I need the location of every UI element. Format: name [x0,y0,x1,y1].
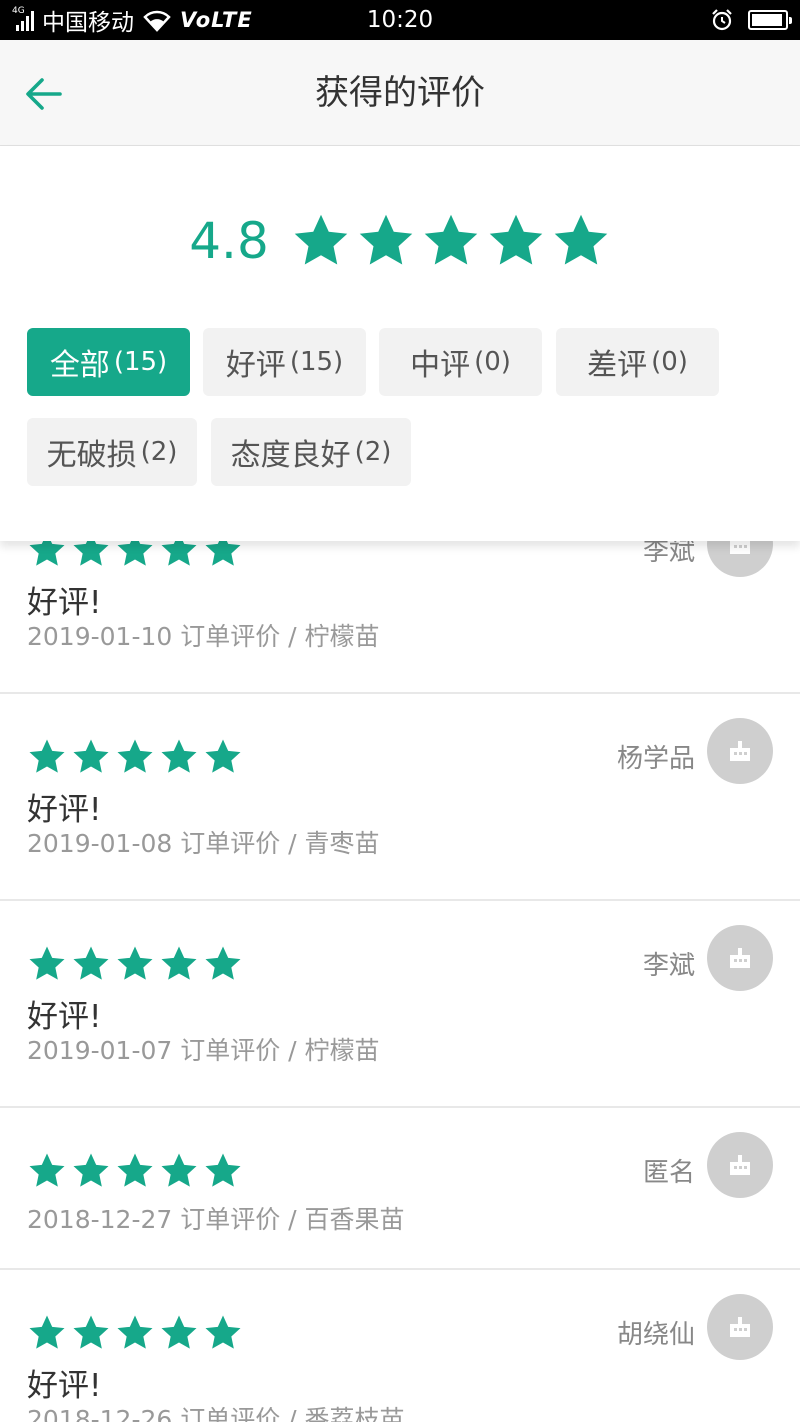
review-content: 好评! [27,999,102,1035]
reviewer-name: 胡绕仙 [616,1320,695,1350]
filter-chip-label: 好评 [225,348,286,383]
shop-icon [730,741,750,761]
star-icon [73,1153,109,1187]
star-icon [29,1315,65,1349]
star-icon [73,739,109,773]
status-right [710,0,792,40]
review-item[interactable]: 匿名 2018-12-27 订单评价 / 百香果苗 [0,1108,800,1270]
review-meta: 2019-01-10 订单评价 / 柠檬苗 [27,622,380,651]
star-icon [117,946,153,980]
reviewer-avatar [707,1132,773,1198]
rating-stars [291,211,611,271]
filter-chip-label: 中评 [410,348,471,383]
star-icon [29,739,65,773]
filter-chip[interactable]: 全部 (15) [27,328,190,396]
review-meta: 2018-12-26 订单评价 / 番荔枝苗 [27,1405,405,1422]
star-icon [161,739,197,773]
star-icon [294,214,348,265]
review-meta: 2018-12-27 订单评价 / 百香果苗 [27,1205,405,1234]
star-icon [205,739,241,773]
shop-icon [730,948,750,968]
status-time: 10:20 [366,7,434,33]
alarm-icon [712,9,732,31]
star-icon [205,1315,241,1349]
reviewer-name: 匿名 [642,1158,695,1188]
rating-row: 4.8 [0,206,800,276]
filter-chip-label: 无破损 [46,438,137,473]
star-icon [424,214,478,265]
filter-chip-count: (0) [651,347,688,377]
shop-icon [730,1317,750,1337]
review-item[interactable]: 胡绕仙好评! 2018-12-26 订单评价 / 番荔枝苗 [0,1270,800,1422]
review-item[interactable]: 杨学品好评! 2019-01-08 订单评价 / 青枣苗 [0,694,800,901]
filter-chip[interactable]: 中评 (0) [379,328,542,396]
filter-chip-label: 全部 [49,348,110,383]
review-stars [27,1313,243,1353]
star-icon [73,1315,109,1349]
star-icon [161,946,197,980]
reviewer-avatar [707,1294,773,1360]
review-meta: 2019-01-08 订单评价 / 青枣苗 [27,829,380,858]
rating-score: 4.8 [189,212,269,270]
star-icon [29,946,65,980]
review-content: 好评! [27,1368,102,1404]
filter-chip[interactable]: 好评 (15) [203,328,366,396]
star-icon [117,1315,153,1349]
filter-chip-label: 差评 [587,348,648,383]
filter-chip[interactable]: 无破损 (2) [27,418,197,486]
reviewer-name: 杨学品 [616,744,695,774]
star-icon [117,1153,153,1187]
filter-chip-count: (15) [289,347,344,377]
filter-chip-count: (2) [354,437,392,467]
review-content: 好评! [27,585,102,621]
star-icon [73,946,109,980]
review-stars [27,944,243,984]
status-bar: 4G 中国移动 VoLTE 10:20 [0,0,800,40]
star-icon [205,1153,241,1187]
star-icon [161,1315,197,1349]
filter-chip-count: (0) [474,347,511,377]
star-icon [117,739,153,773]
reviewer-name: 李斌 [642,951,695,981]
battery-icon [748,10,792,30]
review-stars [27,737,243,777]
nav-bar: 获得的评价 [0,40,800,146]
filter-chip[interactable]: 态度良好 (2) [211,418,411,486]
review-meta: 2019-01-07 订单评价 / 柠檬苗 [27,1036,380,1065]
reviewer-avatar [707,718,773,784]
filter-chip-count: (15) [113,347,168,377]
star-icon [359,214,413,265]
page-title: 获得的评价 [315,73,485,113]
star-icon [554,214,608,265]
filter-chip[interactable]: 差评 (0) [556,328,719,396]
battery-fill [752,14,783,26]
review-item[interactable]: 李斌好评! 2019-01-07 订单评价 / 柠檬苗 [0,901,800,1108]
review-content: 好评! [27,792,102,828]
rating-summary-panel: 4.8 全部 (15) 好评 (15) 中评 (0) 差评 (0) 无破损 (2) 态度良好 (2) [0,146,800,541]
star-icon [489,214,543,265]
star-icon [161,1153,197,1187]
filter-chip-count: (2) [140,437,178,467]
star-icon [205,946,241,980]
star-icon [29,1153,65,1187]
review-stars [27,1151,243,1191]
reviewer-avatar [707,925,773,991]
shop-icon [730,1155,750,1175]
filter-chip-label: 态度良好 [230,438,351,473]
